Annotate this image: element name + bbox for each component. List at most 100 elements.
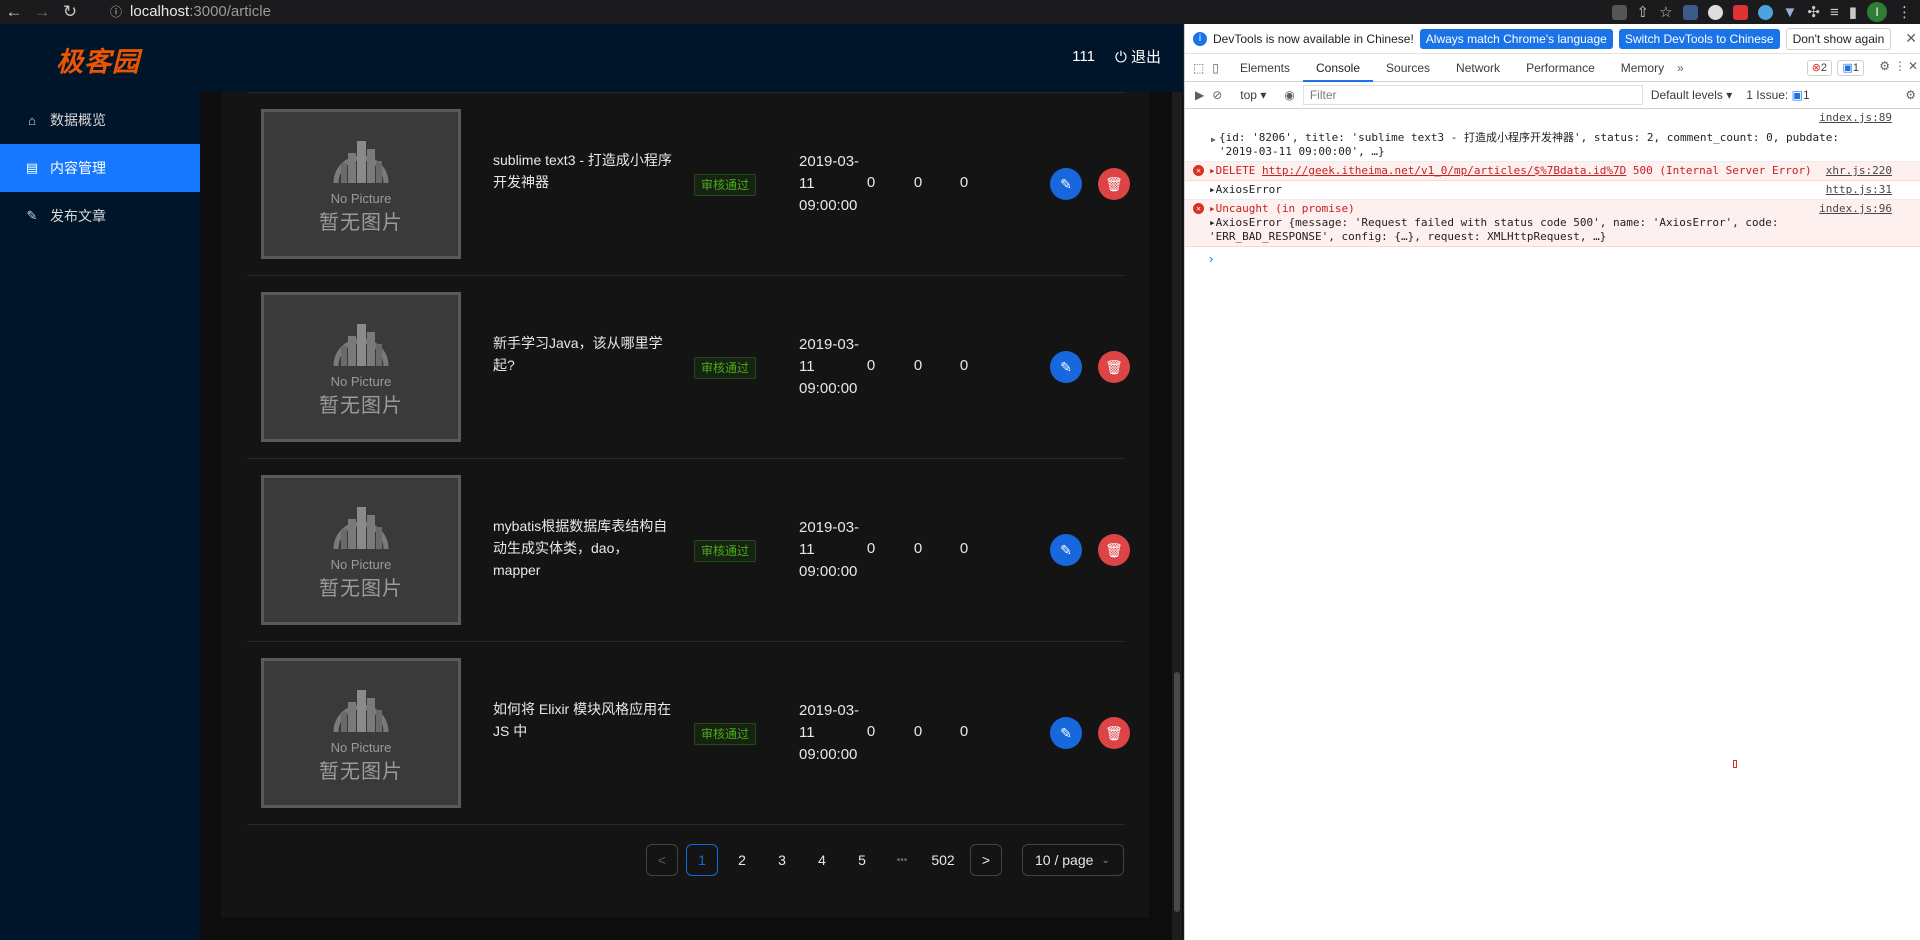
sidebar-toggle-icon[interactable]: ▶ bbox=[1195, 88, 1204, 102]
delete-button[interactable]: 🗑 bbox=[1098, 168, 1130, 200]
extension-icon[interactable] bbox=[1757, 4, 1773, 20]
logout-label: 退出 bbox=[1130, 49, 1161, 66]
extension-icon[interactable] bbox=[1682, 4, 1698, 20]
puzzle-icon[interactable]: ✣ bbox=[1807, 3, 1820, 21]
delete-button[interactable]: 🗑 bbox=[1098, 717, 1130, 749]
page-button-last[interactable]: 502 bbox=[923, 844, 963, 876]
console-settings-icon[interactable]: ⚙ bbox=[1905, 88, 1916, 102]
address-bar[interactable]: ⓘ localhost:3000/article bbox=[110, 0, 271, 22]
device-toggle-icon[interactable]: ▯ bbox=[1212, 61, 1227, 75]
forward-icon[interactable]: → bbox=[28, 2, 56, 22]
console-log-line[interactable]: http.js:31 ▸AxiosError bbox=[1185, 181, 1920, 200]
reload-icon[interactable]: ↻ bbox=[56, 2, 84, 22]
delete-button[interactable]: 🗑 bbox=[1098, 351, 1130, 383]
share-icon[interactable]: ⇧ bbox=[1637, 3, 1650, 21]
page-button-3[interactable]: 3 bbox=[766, 844, 798, 876]
live-expression-icon[interactable]: ◉ bbox=[1284, 88, 1294, 102]
menu-kebab-icon[interactable]: ⋮ bbox=[1897, 3, 1912, 21]
vue-devtools-icon[interactable]: ▼ bbox=[1783, 4, 1798, 21]
console-error-line[interactable]: ✕ xhr.js:220 ▸DELETE http://geek.itheima… bbox=[1185, 162, 1920, 181]
console-log-line[interactable]: index.js:89 ▶ {id: '8206', title: 'subli… bbox=[1185, 109, 1920, 162]
tab-console[interactable]: Console bbox=[1302, 54, 1374, 82]
status-badge: 审核通过 bbox=[694, 174, 757, 196]
sidebar-item-dashboard[interactable]: ⌂ 数据概览 bbox=[0, 96, 200, 144]
translate-icon[interactable] bbox=[1611, 4, 1627, 20]
extension-icon[interactable] bbox=[1732, 4, 1748, 20]
tab-network[interactable]: Network bbox=[1443, 54, 1513, 82]
jump-next-ellipsis[interactable]: ••• bbox=[886, 844, 918, 876]
edit-button[interactable]: ✎ bbox=[1050, 534, 1082, 566]
bookmark-star-icon[interactable]: ☆ bbox=[1659, 3, 1672, 21]
page-button-5[interactable]: 5 bbox=[846, 844, 878, 876]
page-size-select[interactable]: 10 / page ⌄ bbox=[1022, 844, 1124, 876]
tab-sources[interactable]: Sources bbox=[1373, 54, 1443, 82]
tab-performance[interactable]: Performance bbox=[1513, 54, 1608, 82]
page-button-2[interactable]: 2 bbox=[726, 844, 758, 876]
edit-button[interactable]: ✎ bbox=[1050, 717, 1082, 749]
delete-button[interactable]: 🗑 bbox=[1098, 534, 1130, 566]
inspect-icon[interactable]: ⬚ bbox=[1185, 61, 1212, 75]
sidebar-item-publish[interactable]: ✎ 发布文章 bbox=[0, 192, 200, 240]
page-button-1[interactable]: 1 bbox=[686, 844, 718, 876]
logout-button[interactable]: ⏻ 退出 bbox=[1115, 46, 1161, 67]
media-icon[interactable]: ≡ bbox=[1830, 4, 1839, 21]
like-count: 0 bbox=[959, 540, 969, 557]
console-filter-input[interactable]: Filter bbox=[1302, 85, 1643, 105]
source-link[interactable]: index.js:96 bbox=[1819, 202, 1892, 216]
building-icon bbox=[326, 682, 396, 738]
console-error-line[interactable]: ✕ index.js:96 ▸Uncaught (in promise) ▸Ax… bbox=[1185, 200, 1920, 247]
edit-button[interactable]: ✎ bbox=[1050, 351, 1082, 383]
back-icon[interactable]: ← bbox=[0, 2, 28, 22]
page-button-4[interactable]: 4 bbox=[806, 844, 838, 876]
console-object: {id: '8206', title: 'sublime text3 - 打造成… bbox=[1219, 131, 1839, 158]
dont-show-again-button[interactable]: Don't show again bbox=[1785, 27, 1892, 50]
scrollbar[interactable] bbox=[1172, 92, 1182, 940]
table-row: No Picture 暂无图片 如何将 Elixir 模块风格应用在 JS 中 … bbox=[247, 642, 1130, 825]
log-levels-select[interactable]: Default levels ▾ bbox=[1651, 88, 1732, 102]
edit-button[interactable]: ✎ bbox=[1050, 168, 1082, 200]
article-title: mybatis根据数据库表结构自动生成实体类，dao，mapper bbox=[493, 518, 668, 578]
close-devtools-icon[interactable]: ✕ bbox=[1908, 59, 1918, 73]
app-header: 极客园 111 ⏻ 退出 bbox=[0, 24, 1183, 92]
more-options-icon[interactable]: ⋮ bbox=[1894, 59, 1906, 73]
clear-console-icon[interactable]: ⊘ bbox=[1212, 88, 1222, 102]
info-icon[interactable]: ⓘ bbox=[110, 3, 122, 20]
devtools-tabs: ⬚ ▯ Elements Console Sources Network Per… bbox=[1185, 54, 1920, 82]
console-toolbar: ▶ ⊘ top ▾ ◉ Filter Default levels ▾ 1 Is… bbox=[1185, 82, 1920, 109]
no-picture-cn: 暂无图片 bbox=[319, 395, 403, 417]
message-counter[interactable]: ▣1 bbox=[1837, 60, 1864, 76]
context-select[interactable]: top ▾ bbox=[1240, 88, 1266, 102]
source-link[interactable]: index.js:89 bbox=[1819, 111, 1892, 125]
console-text: AxiosError bbox=[1215, 183, 1282, 196]
error-counter[interactable]: ⊗2 bbox=[1806, 60, 1832, 76]
sidebar-item-content[interactable]: ▤ 内容管理 bbox=[0, 144, 200, 192]
console-prompt[interactable]: › bbox=[1185, 247, 1920, 266]
issue-icon: ▣ bbox=[1791, 88, 1803, 102]
sidebar: ⌂ 数据概览 ▤ 内容管理 ✎ 发布文章 bbox=[0, 92, 200, 940]
pencil-icon: ✎ bbox=[26, 208, 38, 223]
error-count: 2 bbox=[1820, 62, 1827, 74]
prev-page-button[interactable]: < bbox=[646, 844, 678, 876]
logo[interactable]: 极客园 bbox=[56, 40, 140, 79]
tab-memory[interactable]: Memory bbox=[1608, 54, 1677, 82]
source-link[interactable]: http.js:31 bbox=[1826, 183, 1892, 197]
extension-icon[interactable] bbox=[1707, 4, 1723, 20]
pubdate: 2019-03-11 09:00:00 bbox=[799, 153, 860, 214]
next-page-button[interactable]: > bbox=[970, 844, 1002, 876]
more-tabs-icon[interactable]: » bbox=[1677, 61, 1684, 75]
profile-avatar[interactable]: I bbox=[1867, 2, 1887, 22]
match-language-button[interactable]: Always match Chrome's language bbox=[1419, 28, 1613, 49]
logout-icon: ⏻ bbox=[1114, 49, 1127, 66]
settings-gear-icon[interactable]: ⚙ bbox=[1879, 59, 1890, 73]
tab-elements[interactable]: Elements bbox=[1227, 54, 1303, 82]
request-url[interactable]: http://geek.itheima.net/v1_0/mp/articles… bbox=[1262, 164, 1626, 177]
switch-chinese-button[interactable]: Switch DevTools to Chinese bbox=[1618, 28, 1780, 49]
scrollbar-thumb[interactable] bbox=[1174, 672, 1180, 912]
article-title: sublime text3 - 打造成小程序开发神器 bbox=[493, 152, 672, 190]
expand-triangle-icon[interactable]: ▶ bbox=[1211, 133, 1216, 147]
issues-counter[interactable]: 1 Issue: ▣1 bbox=[1746, 88, 1809, 102]
sidepanel-icon[interactable]: ▮ bbox=[1849, 3, 1857, 21]
source-link[interactable]: xhr.js:220 bbox=[1826, 164, 1892, 178]
page-size-value: 10 / page bbox=[1035, 852, 1094, 868]
close-icon[interactable]: ✕ bbox=[1905, 30, 1917, 47]
